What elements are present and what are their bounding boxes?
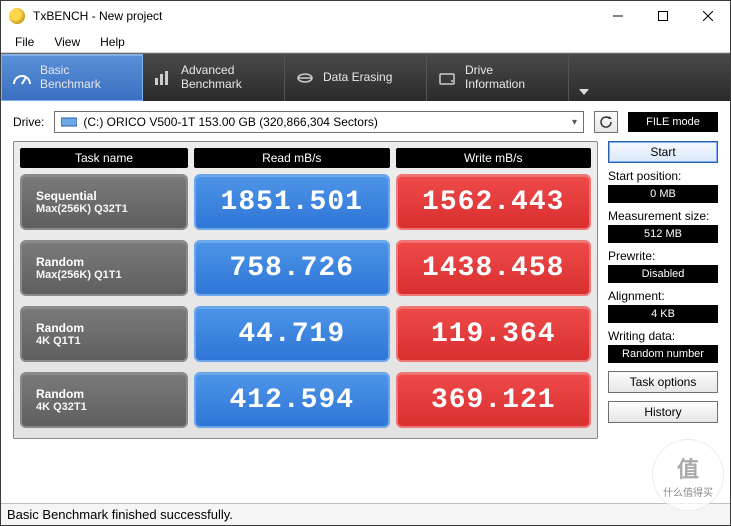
read-value[interactable]: 758.726 [194, 240, 390, 296]
tab-bar: Basic Benchmark Advanced Benchmark Data … [1, 53, 730, 101]
erase-icon [295, 68, 315, 88]
menu-help[interactable]: Help [90, 33, 135, 51]
menu-file[interactable]: File [5, 33, 44, 51]
start-position-value: 0 MB [608, 185, 718, 203]
app-icon [9, 8, 25, 24]
tab-data-erasing[interactable]: Data Erasing [285, 54, 427, 101]
minimize-button[interactable] [595, 1, 640, 31]
alignment-label: Alignment: [608, 289, 718, 303]
task-line2: 4K Q1T1 [36, 335, 186, 347]
maximize-button[interactable] [640, 1, 685, 31]
tab-label: Advanced Benchmark [181, 64, 242, 90]
task-cell[interactable]: Random Max(256K) Q1T1 [20, 240, 188, 296]
tab-advanced-benchmark[interactable]: Advanced Benchmark [143, 54, 285, 101]
refresh-button[interactable] [594, 111, 618, 133]
task-line2: 4K Q32T1 [36, 401, 186, 413]
watermark: 值 什么值得买 [652, 439, 724, 511]
refresh-icon [599, 115, 613, 129]
tab-overflow-button[interactable] [569, 54, 599, 101]
task-line2: Max(256K) Q1T1 [36, 269, 186, 281]
menubar: File View Help [1, 31, 730, 53]
task-cell[interactable]: Random 4K Q32T1 [20, 372, 188, 428]
header-task: Task name [20, 148, 188, 168]
status-text: Basic Benchmark finished successfully. [7, 507, 233, 522]
write-value[interactable]: 369.121 [396, 372, 592, 428]
read-value[interactable]: 1851.501 [194, 174, 390, 230]
prewrite-value: Disabled [608, 265, 718, 283]
task-line1: Random [36, 321, 186, 335]
task-line1: Random [36, 387, 186, 401]
table-row: Random 4K Q1T1 44.719 119.364 [20, 306, 591, 362]
tab-drive-information[interactable]: Drive Information [427, 54, 569, 101]
tab-label: Drive Information [465, 64, 525, 90]
titlebar: TxBENCH - New project [1, 1, 730, 31]
tab-label: Data Erasing [323, 71, 392, 84]
write-value[interactable]: 1438.458 [396, 240, 592, 296]
table-row: Sequential Max(256K) Q32T1 1851.501 1562… [20, 174, 591, 230]
start-position-label: Start position: [608, 169, 718, 183]
writing-data-value: Random number [608, 345, 718, 363]
table-row: Random 4K Q32T1 412.594 369.121 [20, 372, 591, 428]
minimize-icon [613, 11, 623, 21]
close-icon [703, 11, 713, 21]
drive-row: Drive: (C:) ORICO V500-1T 153.00 GB (320… [1, 101, 730, 141]
bars-icon [153, 68, 173, 88]
table-row: Random Max(256K) Q1T1 758.726 1438.458 [20, 240, 591, 296]
task-options-button[interactable]: Task options [608, 371, 718, 393]
chevron-down-icon [579, 89, 589, 95]
measurement-size-label: Measurement size: [608, 209, 718, 223]
header-read: Read mB/s [194, 148, 390, 168]
drive-icon [437, 68, 457, 88]
tab-label: Basic Benchmark [40, 64, 101, 90]
prewrite-label: Prewrite: [608, 249, 718, 263]
status-bar: Basic Benchmark finished successfully. [1, 503, 730, 525]
write-value[interactable]: 119.364 [396, 306, 592, 362]
results-panel: Task name Read mB/s Write mB/s Sequentia… [13, 141, 598, 439]
chevron-down-icon: ▾ [572, 117, 577, 128]
file-mode-indicator: FILE mode [628, 112, 718, 132]
alignment-value: 4 KB [608, 305, 718, 323]
task-line2: Max(256K) Q32T1 [36, 203, 186, 215]
start-button[interactable]: Start [608, 141, 718, 163]
read-value[interactable]: 44.719 [194, 306, 390, 362]
task-cell[interactable]: Sequential Max(256K) Q32T1 [20, 174, 188, 230]
tab-basic-benchmark[interactable]: Basic Benchmark [1, 54, 143, 101]
close-button[interactable] [685, 1, 730, 31]
drive-select[interactable]: (C:) ORICO V500-1T 153.00 GB (320,866,30… [54, 111, 584, 133]
history-button[interactable]: History [608, 401, 718, 423]
measurement-size-value: 512 MB [608, 225, 718, 243]
side-panel: Start Start position: 0 MB Measurement s… [608, 141, 718, 439]
window-title: TxBENCH - New project [33, 9, 162, 23]
task-cell[interactable]: Random 4K Q1T1 [20, 306, 188, 362]
task-line1: Sequential [36, 189, 186, 203]
write-value[interactable]: 1562.443 [396, 174, 592, 230]
drive-select-value: (C:) ORICO V500-1T 153.00 GB (320,866,30… [83, 115, 378, 129]
menu-view[interactable]: View [44, 33, 90, 51]
disk-icon [61, 116, 77, 128]
header-write: Write mB/s [396, 148, 592, 168]
maximize-icon [658, 11, 668, 21]
gauge-icon [12, 68, 32, 88]
drive-label: Drive: [13, 115, 44, 129]
task-line1: Random [36, 255, 186, 269]
read-value[interactable]: 412.594 [194, 372, 390, 428]
writing-data-label: Writing data: [608, 329, 718, 343]
